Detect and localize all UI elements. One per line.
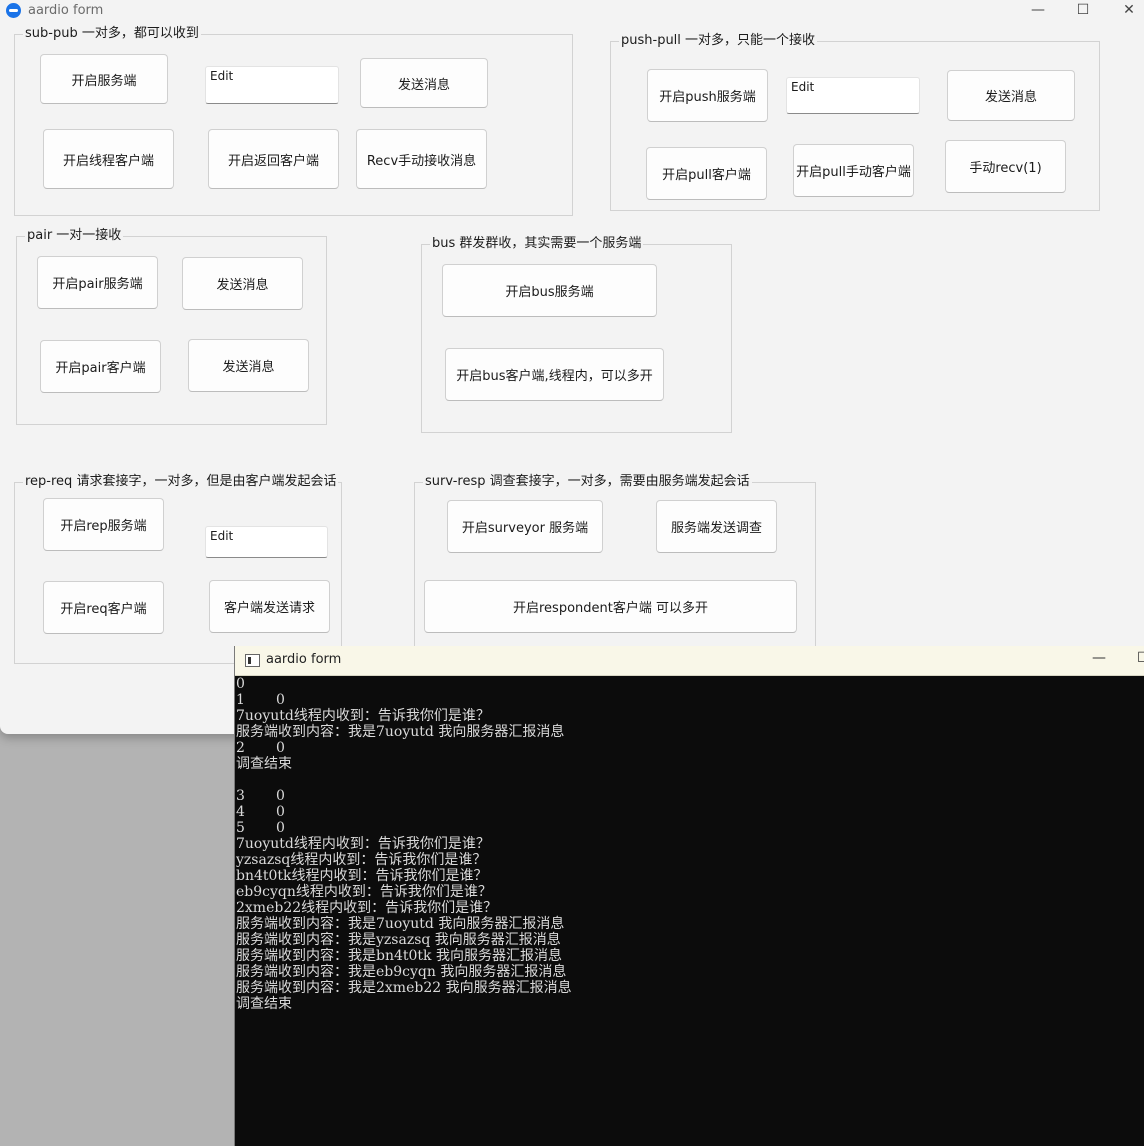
survresp-server-send-survey-button[interactable]: 服务端发送调查 [656,500,777,553]
subpub-send-button[interactable]: 发送消息 [360,58,488,108]
pushpull-start-pull-manual-client-button[interactable]: 开启pull手动客户端 [793,144,914,197]
console-line: 7uoyutd线程内收到：告诉我你们是谁？ [236,708,490,724]
console-app-icon [245,654,260,667]
pair-start-client-button[interactable]: 开启pair客户端 [40,340,161,393]
close-button[interactable]: ✕ [1106,0,1144,22]
subpub-start-return-client-button[interactable]: 开启返回客户端 [208,129,339,189]
console-maximize-button[interactable]: ☐ [1137,650,1144,666]
subpub-recv-manual-button[interactable]: Recv手动接收消息 [356,129,487,189]
console-line: 服务端收到内容：我是2xmeb22 我向服务器汇报消息 [236,980,572,996]
console-line: yzsazsq线程内收到：告诉我你们是谁？ [236,852,487,868]
main-titlebar[interactable]: aardio form — ☐ ✕ [0,0,1144,22]
group-repreq-label: rep-req 请求套接字，一对多，但是由客户端发起会话 [23,474,339,490]
console-minimize-button[interactable]: — [1092,650,1106,666]
console-line: 调查结束 [236,996,292,1012]
pushpull-manual-recv-button[interactable]: 手动recv(1) [945,140,1066,193]
aardio-app-icon [6,3,21,18]
console-line: eb9cyqn线程内收到：告诉我你们是谁？ [236,884,492,900]
minimize-button[interactable]: — [1015,0,1061,22]
console-line: 服务端收到内容：我是bn4t0tk 我向服务器汇报消息 [236,948,562,964]
console-line: 1 0 [236,692,285,708]
group-bus-label: bus 群发群收，其实需要一个服务端 [430,236,644,252]
pushpull-send-button[interactable]: 发送消息 [947,70,1075,121]
pushpull-start-pull-client-button[interactable]: 开启pull客户端 [646,147,767,200]
repreq-start-rep-server-button[interactable]: 开启rep服务端 [43,498,164,551]
console-line: 服务端收到内容：我是7uoyutd 我向服务器汇报消息 [236,916,565,932]
console-line: 2xmeb22线程内收到：告诉我你们是谁？ [236,900,498,916]
subpub-start-server-button[interactable]: 开启服务端 [40,54,168,104]
console-line: 服务端收到内容：我是yzsazsq 我向服务器汇报消息 [236,932,561,948]
main-window: aardio form — ☐ ✕ sub-pub 一对多，都可以收到 开启服务… [0,0,1144,734]
pushpull-edit-input[interactable]: Edit [786,77,920,114]
console-window: aardio form — ☐ 01 0 7uoyutd线程内收到：告诉我你们是谁… [234,646,1144,1146]
console-output: 01 0 7uoyutd线程内收到：告诉我你们是谁？ 服务端收到内容：我是7uoyu… [236,676,1144,1146]
group-pair-label: pair 一对一接收 [25,228,124,244]
console-line: 3 0 [236,788,285,804]
console-line: bn4t0tk线程内收到：告诉我你们是谁？ [236,868,488,884]
console-titlebar[interactable]: aardio form — ☐ [235,646,1144,676]
maximize-button[interactable]: ☐ [1060,0,1106,22]
console-line: 0 [236,676,245,692]
console-line: 7uoyutd线程内收到：告诉我你们是谁？ [236,836,490,852]
console-line: 服务端收到内容：我是eb9cyqn 我向服务器汇报消息 [236,964,567,980]
bus-start-client-button[interactable]: 开启bus客户端,线程内，可以多开 [445,348,664,401]
window-title: aardio form [28,3,104,18]
pushpull-start-push-server-button[interactable]: 开启push服务端 [647,69,768,122]
survresp-start-respondent-button[interactable]: 开启respondent客户端 可以多开 [424,580,797,633]
console-line: 2 0 [236,740,285,756]
repreq-client-send-request-button[interactable]: 客户端发送请求 [209,580,330,633]
console-line: 调查结束 [236,756,292,772]
console-line: 服务端收到内容：我是7uoyutd 我向服务器汇报消息 [236,724,565,740]
pair-send-button-2[interactable]: 发送消息 [188,339,309,392]
pair-start-server-button[interactable]: 开启pair服务端 [37,256,158,309]
group-survresp-label: surv-resp 调查套接字，一对多，需要由服务端发起会话 [423,474,752,490]
subpub-edit-input[interactable]: Edit [205,66,339,104]
console-line: 5 0 [236,820,285,836]
repreq-edit-input[interactable]: Edit [205,526,328,558]
subpub-start-thread-client-button[interactable]: 开启线程客户端 [43,129,174,189]
repreq-start-req-client-button[interactable]: 开启req客户端 [43,581,164,634]
pair-send-button-1[interactable]: 发送消息 [182,257,303,310]
group-pushpull-label: push-pull 一对多，只能一个接收 [619,33,818,49]
bus-start-server-button[interactable]: 开启bus服务端 [442,264,657,317]
console-title: aardio form [266,652,342,667]
group-subpub-label: sub-pub 一对多，都可以收到 [23,26,201,42]
survresp-start-surveyor-button[interactable]: 开启surveyor 服务端 [447,500,603,553]
console-line: 4 0 [236,804,285,820]
